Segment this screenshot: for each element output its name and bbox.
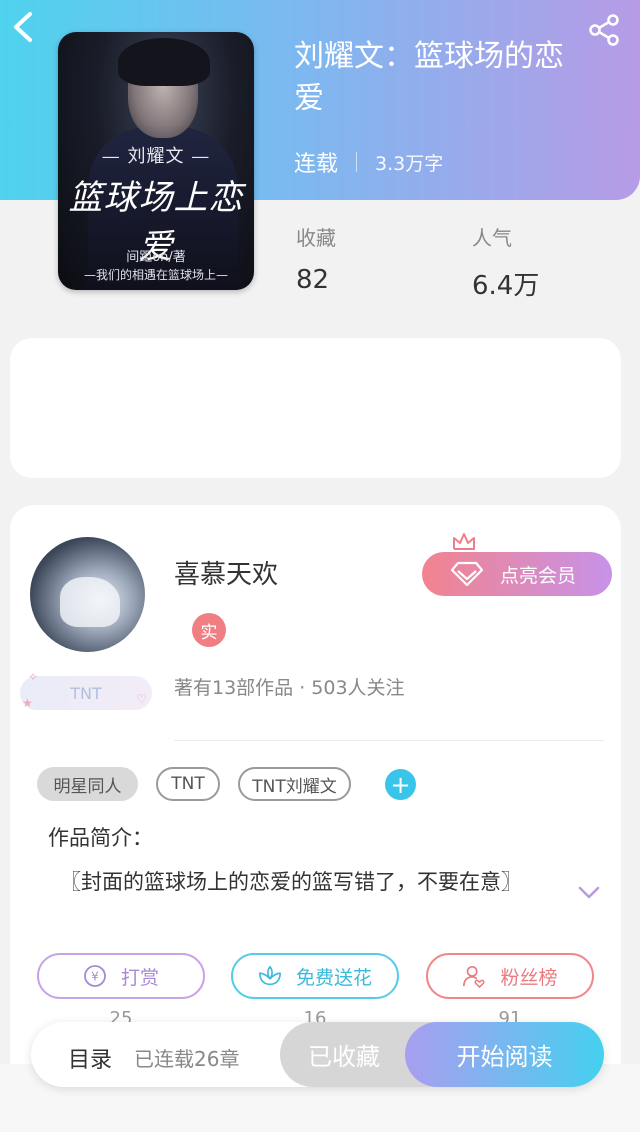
meta-divider xyxy=(356,152,358,172)
sparkle-icon: ✧ xyxy=(28,670,39,684)
share-button[interactable] xyxy=(586,12,622,48)
send-flower-label: 免费送花 xyxy=(295,966,372,989)
crown-icon xyxy=(453,533,475,550)
fan-ranking-label: 粉丝榜 xyxy=(500,966,558,989)
add-tag-button[interactable]: + xyxy=(385,769,416,800)
fan-badge[interactable]: ✧ ★ ♡ TNT xyxy=(20,670,152,710)
book-meta: 连载 3.3万字 xyxy=(294,146,443,178)
diamond-icon xyxy=(450,561,484,587)
collected-label: 已收藏 xyxy=(308,1043,380,1071)
fan-ranking-button[interactable]: 粉丝榜 xyxy=(426,953,594,999)
popularity-label: 人气 xyxy=(472,226,512,250)
share-icon xyxy=(589,14,619,46)
yen-coin-icon: ¥ xyxy=(83,964,107,988)
intro-text: 〖封面的篮球场上的恋爱的篮写错了，不要在意〗 xyxy=(60,870,522,894)
heart-icon: ♡ xyxy=(136,692,147,706)
back-button[interactable] xyxy=(8,10,38,44)
section-divider xyxy=(174,740,604,741)
tag-item[interactable]: 明星同人 xyxy=(37,767,138,801)
book-title: 刘耀文：篮球场的恋爱 xyxy=(294,39,564,116)
author-stats: 著有13部作品 · 503人关注 xyxy=(174,677,405,699)
avatar-figure xyxy=(60,577,120,627)
tag-item[interactable]: TNT xyxy=(156,767,220,801)
fan-badge-label: TNT xyxy=(70,683,102,703)
book-cover[interactable]: — 刘耀文 — 篮球场上恋爱 间距on/著 —我们的相遇在篮球场上— xyxy=(58,32,254,290)
svg-text:¥: ¥ xyxy=(91,970,99,984)
cover-tagline-text: —我们的相遇在篮球场上— xyxy=(83,268,228,282)
book-word-count: 3.3万字 xyxy=(375,152,444,175)
toc-button[interactable]: 目录 xyxy=(68,1042,112,1074)
cover-author-text: — 刘耀文 — xyxy=(101,146,211,167)
chevron-down-icon[interactable] xyxy=(578,886,600,900)
plus-icon: + xyxy=(390,770,411,799)
favorites-stat: 收藏 82 xyxy=(296,222,336,295)
reward-label: 打赏 xyxy=(120,966,159,989)
intro-label: 作品简介： xyxy=(48,826,153,850)
chevron-left-icon xyxy=(14,12,32,42)
chapter-count[interactable]: 已连载26章 xyxy=(134,1043,239,1072)
author-name[interactable]: 喜慕天欢 xyxy=(174,554,278,591)
vip-button-label: 点亮会员 xyxy=(500,564,577,587)
vip-button[interactable]: 点亮会员 xyxy=(422,552,612,596)
cover-writer-text: 间距on/著 xyxy=(126,250,186,265)
flower-icon xyxy=(258,964,282,988)
start-reading-button[interactable]: 开始阅读 xyxy=(405,1022,604,1087)
book-status: 连载 xyxy=(294,152,339,177)
send-flower-button[interactable]: 免费送花 xyxy=(231,953,399,999)
author-avatar[interactable] xyxy=(30,537,145,652)
popularity-value: 6.4万 xyxy=(472,271,540,301)
start-reading-label: 开始阅读 xyxy=(456,1043,553,1071)
favorites-label: 收藏 xyxy=(296,226,336,250)
favorites-value: 82 xyxy=(296,265,330,295)
popularity-stat: 人气 6.4万 xyxy=(472,222,539,302)
blank-info-card xyxy=(10,338,621,478)
tag-item[interactable]: TNT刘耀文 xyxy=(238,767,351,801)
star-icon: ★ xyxy=(22,696,33,710)
verified-badge: 实 xyxy=(192,613,226,647)
user-heart-icon xyxy=(462,964,486,988)
reward-button[interactable]: ¥ 打赏 xyxy=(37,953,205,999)
cover-figure-hair xyxy=(118,38,210,86)
